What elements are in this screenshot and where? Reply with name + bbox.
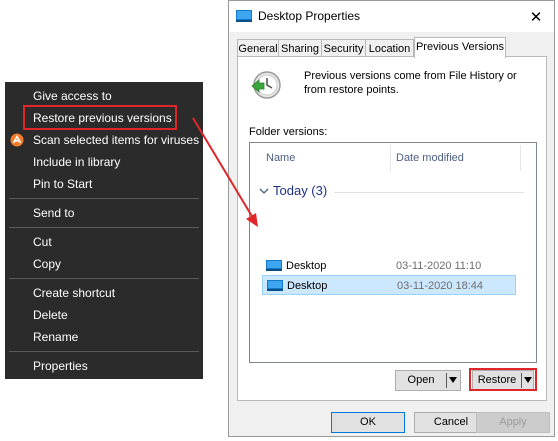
ok-button[interactable]: OK (331, 412, 405, 433)
info-text: Previous versions come from File History… (304, 70, 517, 96)
menu-item-properties[interactable]: Properties (5, 355, 203, 377)
group-header-today[interactable]: Today (3) (259, 182, 327, 200)
split-divider (521, 373, 522, 388)
menu-item-create-shortcut[interactable]: Create shortcut (5, 282, 203, 304)
tab-security[interactable]: Security (321, 39, 366, 57)
group-label: Today (3) (273, 183, 328, 198)
column-divider[interactable] (390, 145, 391, 171)
menu-item-copy[interactable]: Copy (5, 253, 203, 275)
row-name: Desktop (287, 280, 328, 292)
desktop-folder-icon (236, 10, 252, 22)
column-header-name[interactable]: Name (266, 143, 295, 173)
restore-label: Restore (477, 374, 517, 386)
menu-item-label: Delete (33, 308, 68, 322)
column-divider[interactable] (520, 145, 521, 171)
menu-item-pin-to-start[interactable]: Pin to Start (5, 173, 203, 195)
menu-item-label: Restore previous versions (33, 111, 172, 125)
menu-item-label: Create shortcut (33, 286, 116, 300)
menu-item-label: Give access to (33, 89, 112, 103)
menu-item-label: Send to (33, 206, 75, 220)
tab-previous-versions[interactable]: Previous Versions (414, 37, 506, 58)
menu-item-label: Cut (33, 235, 52, 249)
tab-location[interactable]: Location (365, 39, 414, 57)
menu-separator (9, 351, 199, 352)
table-row-selected[interactable]: Desktop 03-11-2020 18:44 (262, 275, 516, 295)
title-bar: Desktop Properties ✕ (229, 1, 554, 32)
column-label: Date modified (396, 152, 464, 164)
tab-label: Security (323, 43, 364, 55)
table-row[interactable]: Desktop 03-11-2020 11:10 (262, 256, 516, 276)
menu-item-label: Include in library (33, 155, 121, 169)
row-name: Desktop (286, 260, 327, 272)
menu-separator (9, 227, 199, 228)
column-label: Name (266, 152, 296, 164)
tab-general[interactable]: General (237, 39, 279, 57)
column-header-date-modified[interactable]: Date modified (396, 143, 464, 173)
menu-item-restore-previous-versions[interactable]: Restore previous versions (5, 107, 203, 129)
previous-versions-panel: Previous versions come from File History… (237, 56, 547, 401)
group-divider (334, 192, 524, 193)
close-icon: ✕ (529, 8, 543, 26)
menu-item-label: Scan selected items for viruses (33, 133, 200, 147)
desktop-folder-icon (267, 280, 283, 291)
row-date: 03-11-2020 18:44 (397, 280, 484, 292)
menu-item-label: Properties (33, 359, 88, 373)
menu-item-include-library[interactable]: Include in library (5, 151, 203, 173)
dropdown-arrow-icon[interactable] (449, 377, 457, 383)
menu-item-label: Rename (33, 330, 79, 344)
dialog-title: Desktop Properties (258, 9, 361, 23)
menu-item-label: Pin to Start (33, 177, 93, 191)
folder-versions-label: Folder versions: (249, 126, 328, 138)
properties-dialog: Desktop Properties ✕ General Sharing Sec… (228, 0, 555, 437)
apply-button[interactable]: Apply (476, 412, 550, 433)
menu-item-scan-viruses[interactable]: Scan selected items for viruses (5, 129, 203, 151)
dropdown-arrow-icon[interactable] (524, 377, 532, 383)
desktop-folder-icon (266, 260, 282, 271)
restore-button[interactable]: Restore (472, 370, 534, 391)
context-menu: Give access to Restore previous versions… (5, 82, 203, 379)
split-divider (446, 373, 447, 388)
open-button[interactable]: Open (395, 370, 461, 391)
open-label: Open (407, 374, 435, 386)
menu-separator (9, 278, 199, 279)
antivirus-icon (10, 133, 24, 147)
menu-item-send-to[interactable]: Send to (5, 202, 203, 224)
tab-label: Location (368, 43, 411, 55)
menu-item-rename[interactable]: Rename (5, 326, 203, 348)
menu-item-label: Copy (33, 257, 62, 271)
tab-sharing[interactable]: Sharing (278, 39, 322, 57)
versions-list[interactable]: Name Date modified Today (3) Desktop 03-… (249, 142, 537, 363)
menu-item-cut[interactable]: Cut (5, 231, 203, 253)
chevron-down-icon (259, 188, 269, 194)
file-history-icon (251, 71, 281, 99)
tab-label: Previous Versions (415, 41, 505, 53)
menu-item-delete[interactable]: Delete (5, 304, 203, 326)
menu-item-give-access[interactable]: Give access to (5, 85, 203, 107)
tab-label: Sharing (281, 43, 319, 55)
menu-separator (9, 198, 199, 199)
row-date: 03-11-2020 11:10 (396, 260, 482, 272)
tab-label: General (238, 43, 278, 55)
close-button[interactable]: ✕ (518, 1, 554, 32)
